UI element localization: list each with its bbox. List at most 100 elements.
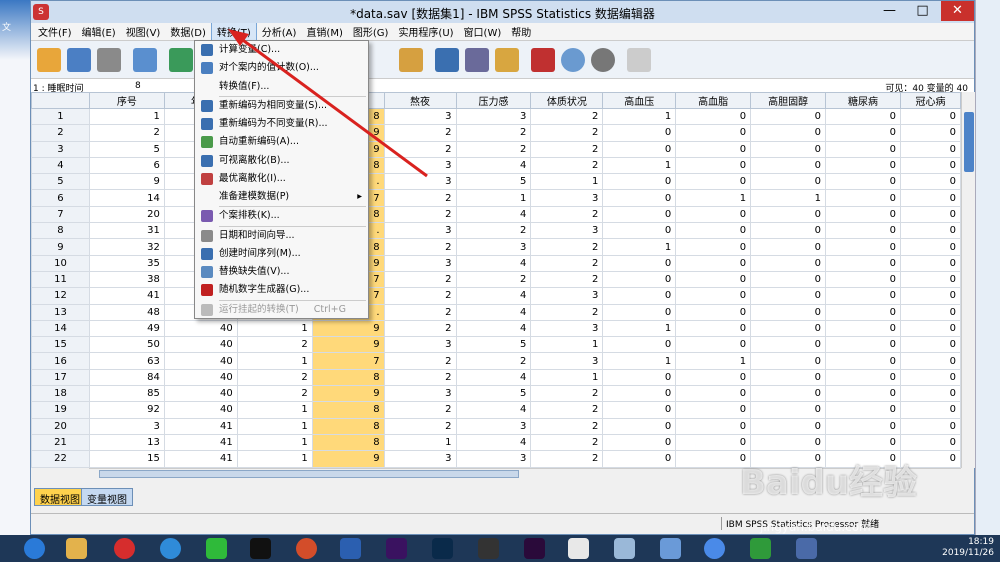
- menu-10[interactable]: 帮助: [506, 23, 536, 40]
- row-header[interactable]: 15: [31, 336, 90, 354]
- data-cell[interactable]: 0: [750, 385, 827, 403]
- data-cell[interactable]: 0: [602, 385, 677, 403]
- maximize-button[interactable]: □: [906, 1, 939, 21]
- data-cell[interactable]: 2: [383, 352, 457, 370]
- data-cell[interactable]: 2: [530, 140, 604, 158]
- data-cell[interactable]: 0: [750, 140, 827, 158]
- data-cell[interactable]: 1: [530, 368, 604, 387]
- word-icon[interactable]: [340, 538, 361, 559]
- weight-cases-icon[interactable]: [465, 48, 489, 72]
- data-cell[interactable]: 5: [455, 385, 532, 403]
- data-cell[interactable]: 0: [750, 417, 827, 435]
- data-cell[interactable]: 1: [675, 189, 752, 207]
- data-cell[interactable]: 0: [825, 173, 901, 191]
- menu-8[interactable]: 实用程序(U): [393, 23, 458, 40]
- data-cell[interactable]: 0: [675, 401, 752, 419]
- premiere-icon[interactable]: [524, 538, 545, 559]
- data-cell[interactable]: 0: [602, 124, 677, 142]
- data-cell[interactable]: 1: [236, 417, 313, 435]
- show-all-icon[interactable]: [591, 48, 615, 72]
- row-header[interactable]: 22: [31, 450, 90, 468]
- data-cell[interactable]: 1: [675, 352, 752, 370]
- dialog-recall-icon[interactable]: [133, 48, 157, 72]
- data-cell[interactable]: 0: [602, 287, 677, 305]
- data-cell[interactable]: 0: [675, 140, 752, 158]
- photoshop-icon[interactable]: [432, 538, 453, 559]
- data-cell[interactable]: 40: [163, 319, 238, 338]
- data-cell[interactable]: 2: [530, 303, 604, 321]
- vertical-scroll-thumb[interactable]: [964, 112, 974, 172]
- data-cell[interactable]: 3: [530, 189, 604, 207]
- data-cell[interactable]: 0: [899, 254, 961, 272]
- data-cell[interactable]: 0: [750, 352, 827, 370]
- data-cell[interactable]: 32: [88, 238, 165, 256]
- data-cell[interactable]: 0: [825, 205, 901, 224]
- data-cell[interactable]: 9: [311, 450, 385, 468]
- menu-item-recode-same[interactable]: 重新编码为相同变量(S)...: [195, 97, 368, 115]
- data-cell[interactable]: 0: [825, 140, 901, 158]
- data-cell[interactable]: 2: [455, 124, 532, 142]
- data-cell[interactable]: 3: [530, 352, 604, 370]
- data-cell[interactable]: 0: [899, 124, 961, 142]
- data-cell[interactable]: 0: [825, 336, 901, 354]
- print-icon[interactable]: [97, 48, 121, 72]
- data-cell[interactable]: 0: [675, 385, 752, 403]
- menu-item-run-pending[interactable]: 运行挂起的转换(T) Ctrl+G: [195, 301, 368, 319]
- row-header[interactable]: 14: [31, 319, 90, 338]
- row-header[interactable]: 11: [31, 270, 90, 289]
- data-cell[interactable]: 1: [602, 352, 677, 370]
- data-cell[interactable]: 0: [899, 368, 961, 387]
- data-cell[interactable]: 0: [825, 189, 901, 207]
- data-cell[interactable]: 0: [899, 417, 961, 435]
- data-cell[interactable]: 41: [163, 450, 238, 468]
- data-cell[interactable]: 3: [383, 385, 457, 403]
- data-cell[interactable]: 9: [311, 319, 385, 338]
- data-cell[interactable]: 1: [383, 433, 457, 452]
- data-cell[interactable]: 3: [383, 450, 457, 468]
- data-cell[interactable]: 0: [750, 401, 827, 419]
- data-cell[interactable]: 0: [899, 205, 961, 224]
- data-cell[interactable]: 0: [825, 368, 901, 387]
- data-cell[interactable]: 0: [899, 173, 961, 191]
- menu-item-replace-missing[interactable]: 替换缺失值(V)...: [195, 263, 368, 281]
- qq-icon[interactable]: [250, 538, 271, 559]
- data-cell[interactable]: 0: [602, 140, 677, 158]
- data-cell[interactable]: 40: [163, 385, 238, 403]
- data-cell[interactable]: 1: [602, 107, 677, 126]
- split-file-icon[interactable]: [435, 48, 459, 72]
- menu-item-time-series[interactable]: 创建时间序列(M)...: [195, 245, 368, 263]
- menu-item-random-generator[interactable]: 随机数字生成器(G)...: [195, 281, 368, 299]
- data-cell[interactable]: 2: [383, 189, 457, 207]
- menu-5[interactable]: 分析(A): [257, 23, 302, 40]
- data-cell[interactable]: 0: [675, 319, 752, 338]
- data-cell[interactable]: 0: [899, 222, 961, 240]
- row-header[interactable]: 12: [31, 287, 90, 305]
- data-cell[interactable]: 41: [88, 287, 165, 305]
- menu-6[interactable]: 直销(M): [301, 23, 347, 40]
- data-cell[interactable]: 0: [602, 401, 677, 419]
- data-cell[interactable]: 3: [530, 319, 604, 338]
- data-cell[interactable]: 2: [383, 401, 457, 419]
- menu-3[interactable]: 数据(D): [165, 23, 211, 40]
- data-cell[interactable]: 0: [899, 303, 961, 321]
- data-cell[interactable]: 0: [675, 433, 752, 452]
- data-cell[interactable]: 1: [530, 336, 604, 354]
- data-cell[interactable]: 2: [236, 336, 313, 354]
- data-cell[interactable]: 35: [88, 254, 165, 272]
- data-cell[interactable]: 1: [236, 319, 313, 338]
- value-labels-icon[interactable]: [531, 48, 555, 72]
- data-cell[interactable]: 0: [825, 385, 901, 403]
- row-header[interactable]: 7: [31, 205, 90, 224]
- data-cell[interactable]: 4: [455, 156, 532, 175]
- system-clock[interactable]: 18:19 2019/11/26: [942, 537, 994, 559]
- data-cell[interactable]: 0: [899, 140, 961, 158]
- data-cell[interactable]: 2: [383, 124, 457, 142]
- data-cell[interactable]: 92: [88, 401, 165, 419]
- row-header[interactable]: 4: [31, 156, 90, 175]
- data-cell[interactable]: 0: [675, 270, 752, 289]
- data-cell[interactable]: 0: [825, 238, 901, 256]
- open-icon[interactable]: [37, 48, 61, 72]
- data-cell[interactable]: 40: [163, 336, 238, 354]
- data-cell[interactable]: 2: [530, 107, 604, 126]
- row-header[interactable]: 1: [31, 107, 90, 126]
